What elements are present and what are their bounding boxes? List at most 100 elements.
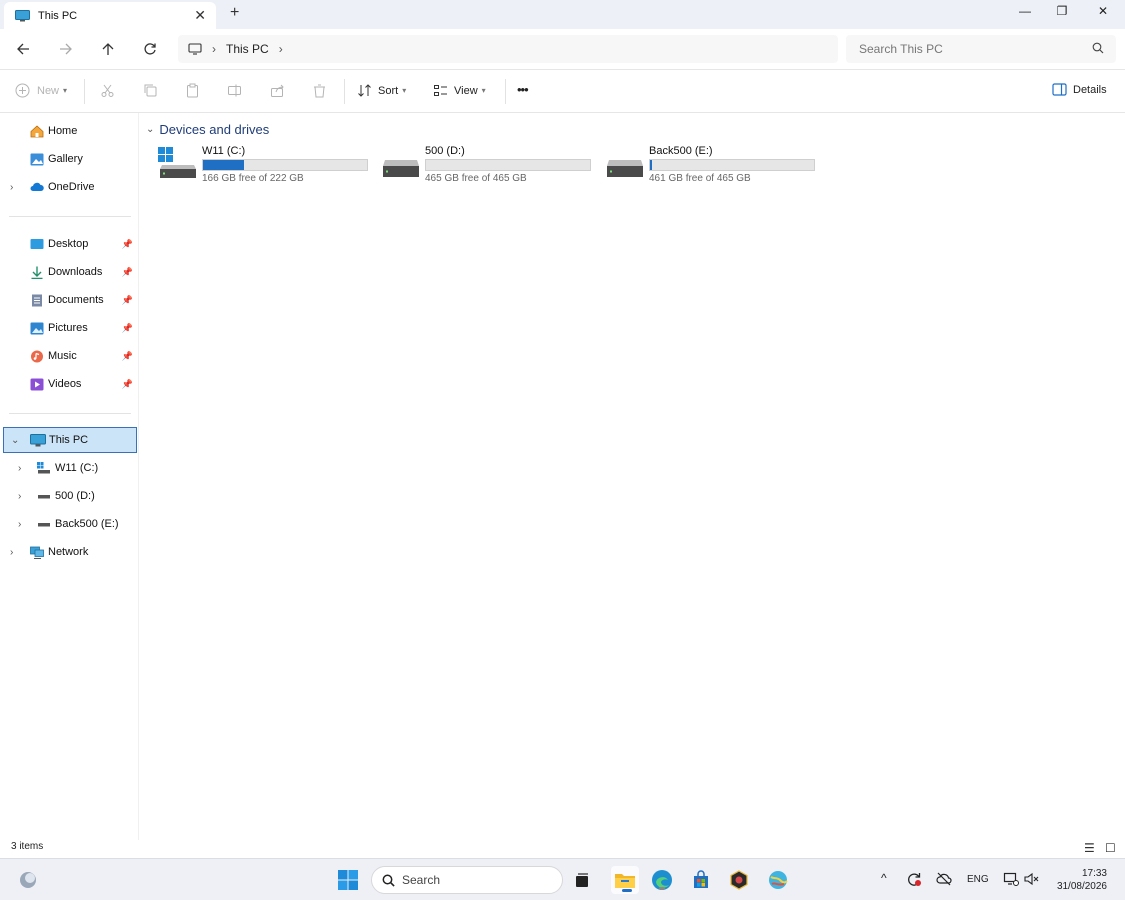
view-button[interactable]: View ▾ [433,83,486,98]
back-button[interactable] [12,38,34,60]
colorful-app-icon[interactable] [766,868,790,892]
breadcrumb-chevron-icon[interactable]: › [279,42,283,56]
nav-item-gallery[interactable]: Gallery [0,146,137,172]
pin-icon[interactable]: 📌 [122,267,133,278]
nav-item-network[interactable]: › Network [0,539,137,565]
search-box[interactable] [846,35,1116,63]
nav-item-documents[interactable]: Documents 📌 [0,287,137,313]
nav-item-onedrive[interactable]: › OneDrive [0,174,137,200]
share-button[interactable] [270,83,285,98]
maximize-button[interactable]: ❐ [1047,4,1077,18]
divider [505,79,506,104]
tab-this-pc[interactable]: This PC ✕ [4,2,216,29]
edge-icon[interactable] [650,868,674,892]
delete-button[interactable] [312,83,327,98]
close-tab-icon[interactable]: ✕ [194,7,206,24]
store-icon[interactable] [689,868,713,892]
tiles-view-icon[interactable]: ☐ [1105,841,1116,855]
videos-icon [30,378,44,390]
copy-button[interactable] [143,83,158,98]
system-drive-icon [37,461,50,473]
nav-item-this-pc[interactable]: ⌄ This PC [3,427,137,453]
rename-button[interactable] [227,83,242,98]
nav-item-drive-d[interactable]: › 500 (D:) [0,483,137,509]
this-pc-icon [30,433,46,446]
chevron-right-icon[interactable]: › [18,463,21,474]
pin-icon[interactable]: 📌 [122,379,133,390]
pin-icon[interactable]: 📌 [122,323,133,334]
nav-item-drive-c[interactable]: › W11 (C:) [0,455,137,481]
address-field[interactable]: › This PC › [178,35,838,63]
new-tab-button[interactable]: + [230,4,239,22]
show-hidden-icons-icon[interactable]: ^ [881,871,887,885]
desktop-icon [30,238,44,249]
widgets-icon[interactable] [16,868,40,892]
pin-icon[interactable]: 📌 [122,239,133,250]
minimize-button[interactable]: — [1010,4,1040,18]
taskbar-search-input[interactable] [402,873,542,887]
monitor-icon [188,43,202,55]
arrow-up-icon [102,43,114,55]
search-icon [382,874,395,887]
sort-icon [358,84,371,97]
more-options-button[interactable]: ••• [517,82,529,97]
paste-button[interactable] [185,83,200,98]
system-clock[interactable]: 17:33 31/08/2026 [1057,867,1107,893]
search-input[interactable] [859,42,1079,56]
chevron-right-icon[interactable]: › [10,547,13,558]
new-button[interactable]: New ▾ [15,83,67,98]
volume-muted-icon[interactable] [1021,869,1041,889]
drive-tile-e[interactable]: Back500 (E:) 461 GB free of 465 GB [605,143,820,187]
cloud-offline-icon[interactable] [934,869,954,889]
cut-button[interactable] [100,83,115,98]
nav-label: 500 (D:) [55,490,95,502]
details-view-icon[interactable]: ☰ [1084,841,1095,855]
chevron-down-icon[interactable]: ⌄ [11,435,19,446]
divider [84,79,85,104]
pin-icon[interactable]: 📌 [122,351,133,362]
title-bar: This PC ✕ + — ❐ ✕ [0,0,1125,29]
capacity-bar [202,159,368,171]
task-view-icon[interactable] [570,868,594,892]
app-icon[interactable] [727,868,751,892]
capacity-bar [649,159,815,171]
nav-item-drive-e[interactable]: › Back500 (E:) [0,511,137,537]
forward-button[interactable] [55,38,77,60]
details-button[interactable]: Details [1052,83,1107,96]
file-explorer-icon[interactable] [611,866,639,894]
nav-item-desktop[interactable]: Desktop 📌 [0,231,137,257]
pin-icon[interactable]: 📌 [122,295,133,306]
taskbar-search[interactable] [371,866,563,894]
chevron-right-icon[interactable]: › [18,519,21,530]
up-button[interactable] [97,38,119,60]
drive-tile-d[interactable]: 500 (D:) 465 GB free of 465 GB [381,143,596,187]
close-window-button[interactable]: ✕ [1088,4,1118,18]
nav-item-music[interactable]: Music 📌 [0,343,137,369]
nav-divider [9,413,131,414]
paste-icon [187,83,198,98]
network-status-icon[interactable] [1001,869,1021,889]
view-icon [434,85,447,96]
item-count: 3 items [11,841,44,852]
arrow-right-icon [60,43,72,55]
windows-logo-icon [338,870,358,890]
refresh-button[interactable] [139,38,161,60]
nav-item-downloads[interactable]: Downloads 📌 [0,259,137,285]
chevron-right-icon[interactable]: › [18,491,21,502]
drive-tile-c[interactable]: W11 (C:) 166 GB free of 222 GB [158,143,373,187]
sort-button[interactable]: Sort ▾ [357,83,406,98]
language-indicator[interactable]: ENG [967,874,989,885]
breadcrumb-this-pc[interactable]: This PC [226,42,269,56]
running-indicator [659,887,665,890]
start-button[interactable] [336,868,360,892]
documents-icon [32,294,42,306]
drive-icon [38,522,50,526]
update-icon[interactable] [904,869,924,889]
nav-item-pictures[interactable]: Pictures 📌 [0,315,137,341]
nav-item-videos[interactable]: Videos 📌 [0,371,137,397]
group-header-devices[interactable]: ⌄ Devices and drives [146,122,269,137]
nav-label: Network [48,546,89,558]
nav-item-home[interactable]: Home [0,118,137,144]
chevron-right-icon[interactable]: › [10,182,13,193]
nav-label: This PC [49,434,89,446]
